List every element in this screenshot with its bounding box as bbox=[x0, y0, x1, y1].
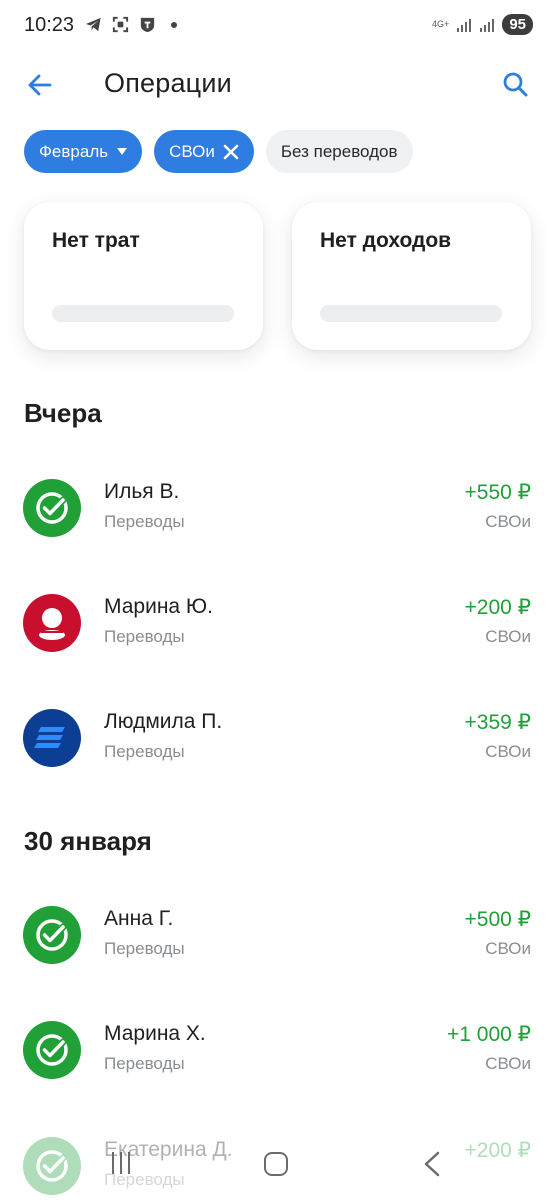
month-filter-label: Февраль bbox=[39, 141, 109, 161]
sber-check-icon bbox=[23, 479, 81, 537]
app-header: Операции bbox=[0, 62, 555, 108]
screenshot-icon bbox=[112, 16, 129, 33]
person-icon bbox=[23, 594, 81, 652]
back-button[interactable] bbox=[22, 67, 58, 103]
transaction-row[interactable]: Илья В. Переводы +550 ₽ СВОи bbox=[0, 468, 555, 548]
bank-stripes-icon bbox=[23, 709, 81, 767]
transaction-name: Илья В. bbox=[104, 480, 180, 503]
spend-summary-title: Нет трат bbox=[52, 229, 140, 252]
signal-icon-2 bbox=[480, 18, 495, 32]
status-time: 10:23 bbox=[24, 14, 75, 36]
signal-icon bbox=[457, 18, 472, 32]
search-button[interactable] bbox=[497, 66, 533, 102]
section-title-jan-30: 30 января bbox=[24, 826, 152, 856]
transaction-amount: +359 ₽ bbox=[464, 711, 532, 734]
caret-down-icon bbox=[117, 148, 128, 155]
status-system-icons: 4G+ 95 bbox=[432, 14, 533, 35]
month-filter-chip[interactable]: Февраль bbox=[24, 130, 143, 173]
recent-apps-icon[interactable] bbox=[107, 1152, 135, 1176]
transaction-source: СВОи bbox=[485, 1054, 531, 1073]
page-title: Операции bbox=[104, 68, 232, 98]
nav-back-icon[interactable] bbox=[420, 1150, 444, 1178]
close-icon[interactable] bbox=[223, 144, 239, 160]
income-progress-bar bbox=[320, 305, 502, 322]
transaction-name: Анна Г. bbox=[104, 907, 174, 930]
transaction-name: Людмила П. bbox=[104, 710, 223, 733]
transaction-row[interactable]: Анна Г. Переводы +500 ₽ СВОи bbox=[0, 895, 555, 975]
transaction-amount: +550 ₽ bbox=[464, 481, 532, 504]
status-notification-icons bbox=[84, 15, 177, 34]
network-type: 4G+ bbox=[432, 19, 450, 29]
status-bar: 10:23 4G+ 95 bbox=[0, 0, 555, 52]
transaction-row[interactable]: Людмила П. Переводы +359 ₽ СВОи bbox=[0, 698, 555, 778]
transaction-source: СВОи bbox=[485, 627, 531, 646]
spend-summary-card[interactable]: Нет трат bbox=[24, 202, 263, 350]
source-filter-chip[interactable]: СВОи bbox=[154, 130, 254, 173]
search-icon bbox=[503, 72, 528, 97]
spend-progress-bar bbox=[52, 305, 234, 322]
transaction-category: Переводы bbox=[104, 1054, 185, 1073]
transaction-source: СВОи bbox=[485, 939, 531, 958]
transaction-source: СВОи bbox=[485, 742, 531, 761]
income-summary-card[interactable]: Нет доходов bbox=[292, 202, 531, 350]
filter-chips: Февраль СВОи Без переводов bbox=[24, 130, 413, 173]
transaction-name: Марина Ю. bbox=[104, 595, 213, 618]
shield-icon bbox=[140, 17, 155, 33]
transaction-amount: +1 000 ₽ bbox=[446, 1023, 531, 1046]
telegram-icon bbox=[85, 17, 101, 32]
notification-dot-icon bbox=[171, 21, 177, 28]
transaction-category: Переводы bbox=[104, 512, 185, 531]
income-summary-title: Нет доходов bbox=[320, 229, 452, 252]
source-filter-label: СВОи bbox=[169, 141, 215, 161]
transaction-name: Марина Х. bbox=[104, 1022, 206, 1045]
transaction-source: СВОи bbox=[485, 512, 531, 531]
transaction-row[interactable]: Марина Х. Переводы +1 000 ₽ СВОи bbox=[0, 1010, 555, 1090]
sber-check-icon bbox=[23, 1021, 81, 1079]
section-title-yesterday: Вчера bbox=[24, 398, 102, 428]
arrow-left-icon bbox=[28, 74, 52, 96]
battery-level: 95 bbox=[502, 14, 533, 35]
transaction-amount: +200 ₽ bbox=[464, 596, 532, 619]
without-transfers-label: Без переводов bbox=[280, 141, 398, 161]
system-nav-bar bbox=[0, 1130, 555, 1200]
without-transfers-chip[interactable]: Без переводов bbox=[265, 130, 413, 173]
sber-check-icon bbox=[23, 906, 81, 964]
transaction-category: Переводы bbox=[104, 939, 185, 958]
transaction-category: Переводы bbox=[104, 742, 185, 761]
transaction-category: Переводы bbox=[104, 627, 185, 646]
transaction-amount: +500 ₽ bbox=[464, 908, 532, 931]
home-icon[interactable] bbox=[264, 1152, 288, 1176]
transaction-row[interactable]: Марина Ю. Переводы +200 ₽ СВОи bbox=[0, 583, 555, 663]
